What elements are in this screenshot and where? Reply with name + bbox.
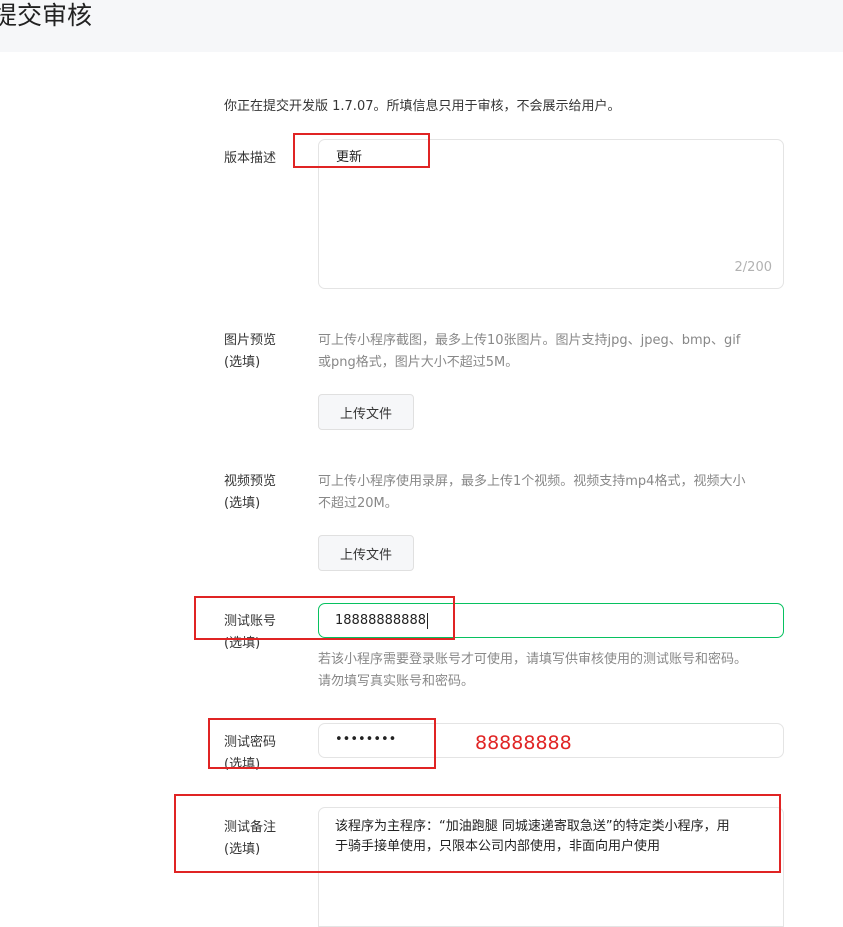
video-preview-hint: 可上传小程序使用录屏，最多上传1个视频。视频支持mp4格式，视频大小 不超过20… [318,474,746,511]
password-annotation: 88888888 [475,732,572,754]
image-preview-label: 图片预览 (选填) [224,333,277,370]
annotation-box-version-desc [293,133,430,168]
version-desc-label: 版本描述 [224,151,277,166]
page-title: 提交审核 [0,1,93,30]
annotation-box-test-account [194,596,455,640]
video-preview-label: 视频预览 (选填) [224,474,277,511]
test-account-hint: 若该小程序需要登录账号才可使用，请填写供审核使用的测试账号和密码。 请勿填写真实… [318,652,748,689]
video-upload-button[interactable]: 上传文件 [318,535,414,571]
annotation-box-test-password [208,718,436,769]
intro-text: 你正在提交开发版 1.7.07。所填信息只用于审核，不会展示给用户。 [224,99,621,114]
version-desc-counter: 2/200 [734,260,772,275]
image-preview-hint: 可上传小程序截图，最多上传10张图片。图片支持jpg、jpeg、bmp、gif … [318,333,741,370]
annotation-box-test-remark [174,794,781,873]
image-upload-button[interactable]: 上传文件 [318,394,414,430]
page-header: 提交审核 [0,0,843,52]
